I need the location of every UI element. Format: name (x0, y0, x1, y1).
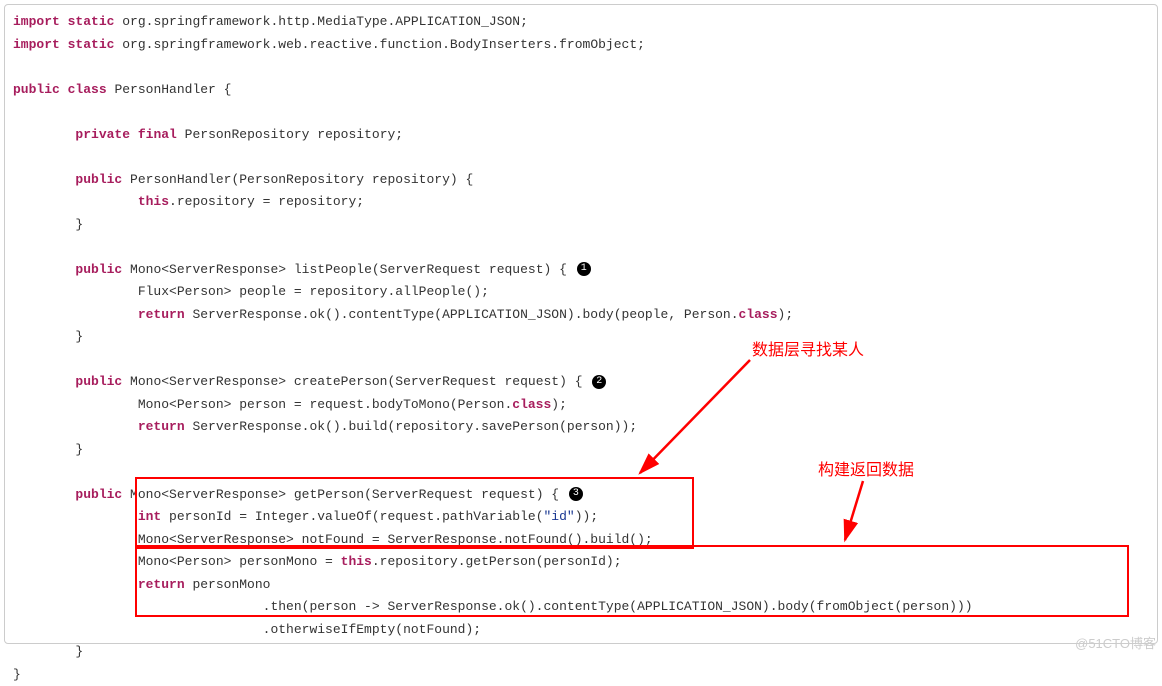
code-text: } (13, 217, 83, 232)
code-container: import static org.springframework.http.M… (4, 4, 1158, 644)
kw-import: import (13, 37, 60, 52)
code-text: PersonHandler { (107, 82, 232, 97)
kw-return: return (138, 419, 185, 434)
kw-return: return (138, 577, 185, 592)
code-text: ServerResponse.ok().build(repository.sav… (185, 419, 637, 434)
code-text: ); (778, 307, 794, 322)
code-text: ); (551, 397, 567, 412)
code-text: } (13, 329, 83, 344)
kw-int: int (138, 509, 161, 524)
code-text: Mono<ServerResponse> listPeople(ServerRe… (122, 262, 574, 277)
kw-class: class (68, 82, 107, 97)
str-id: "id" (544, 509, 575, 524)
code-text: .repository.getPerson(personId); (372, 554, 622, 569)
code-text: } (13, 644, 83, 659)
code-text: )); (575, 509, 598, 524)
code-text: } (13, 667, 21, 682)
badge-2: 2 (592, 375, 606, 389)
annotation-find-person: 数据层寻找某人 (752, 336, 864, 360)
code-text: Mono<Person> personMono = (13, 554, 341, 569)
code-text: ServerResponse.ok().contentType(APPLICAT… (185, 307, 739, 322)
code-text: .otherwiseIfEmpty(notFound); (13, 622, 481, 637)
code-text: PersonRepository repository; (177, 127, 403, 142)
code-text: PersonHandler(PersonRepository repositor… (122, 172, 473, 187)
kw-private: private (75, 127, 130, 142)
kw-public: public (75, 172, 122, 187)
kw-public: public (75, 374, 122, 389)
watermark: @51CTO博客 (1075, 633, 1156, 652)
code-text: Mono<ServerResponse> createPerson(Server… (122, 374, 590, 389)
kw-public: public (75, 487, 122, 502)
kw-class: class (739, 307, 778, 322)
code-text: Mono<ServerResponse> getPerson(ServerReq… (122, 487, 567, 502)
code-text: Flux<Person> people = repository.allPeop… (13, 284, 489, 299)
kw-public: public (75, 262, 122, 277)
code-text: .then(person -> ServerResponse.ok().cont… (13, 599, 973, 614)
kw-public: public (13, 82, 60, 97)
kw-final: final (138, 127, 177, 142)
code-text: org.springframework.http.MediaType.APPLI… (114, 14, 527, 29)
code-text: org.springframework.web.reactive.functio… (114, 37, 645, 52)
code-text: Mono<ServerResponse> notFound = ServerRe… (13, 532, 653, 547)
code-text: } (13, 442, 83, 457)
badge-1: 1 (577, 262, 591, 276)
badge-3: 3 (569, 487, 583, 501)
kw-static: static (68, 14, 115, 29)
kw-class: class (512, 397, 551, 412)
kw-this: this (341, 554, 372, 569)
kw-import: import (13, 14, 60, 29)
code-text: personId = Integer.valueOf(request.pathV… (161, 509, 543, 524)
kw-return: return (138, 307, 185, 322)
kw-this: this (138, 194, 169, 209)
code-text: Mono<Person> person = request.bodyToMono… (13, 397, 512, 412)
annotation-build-return: 构建返回数据 (818, 456, 914, 480)
code-text: .repository = repository; (169, 194, 364, 209)
code-text: personMono (185, 577, 271, 592)
kw-static: static (68, 37, 115, 52)
code-block: import static org.springframework.http.M… (13, 11, 1149, 686)
